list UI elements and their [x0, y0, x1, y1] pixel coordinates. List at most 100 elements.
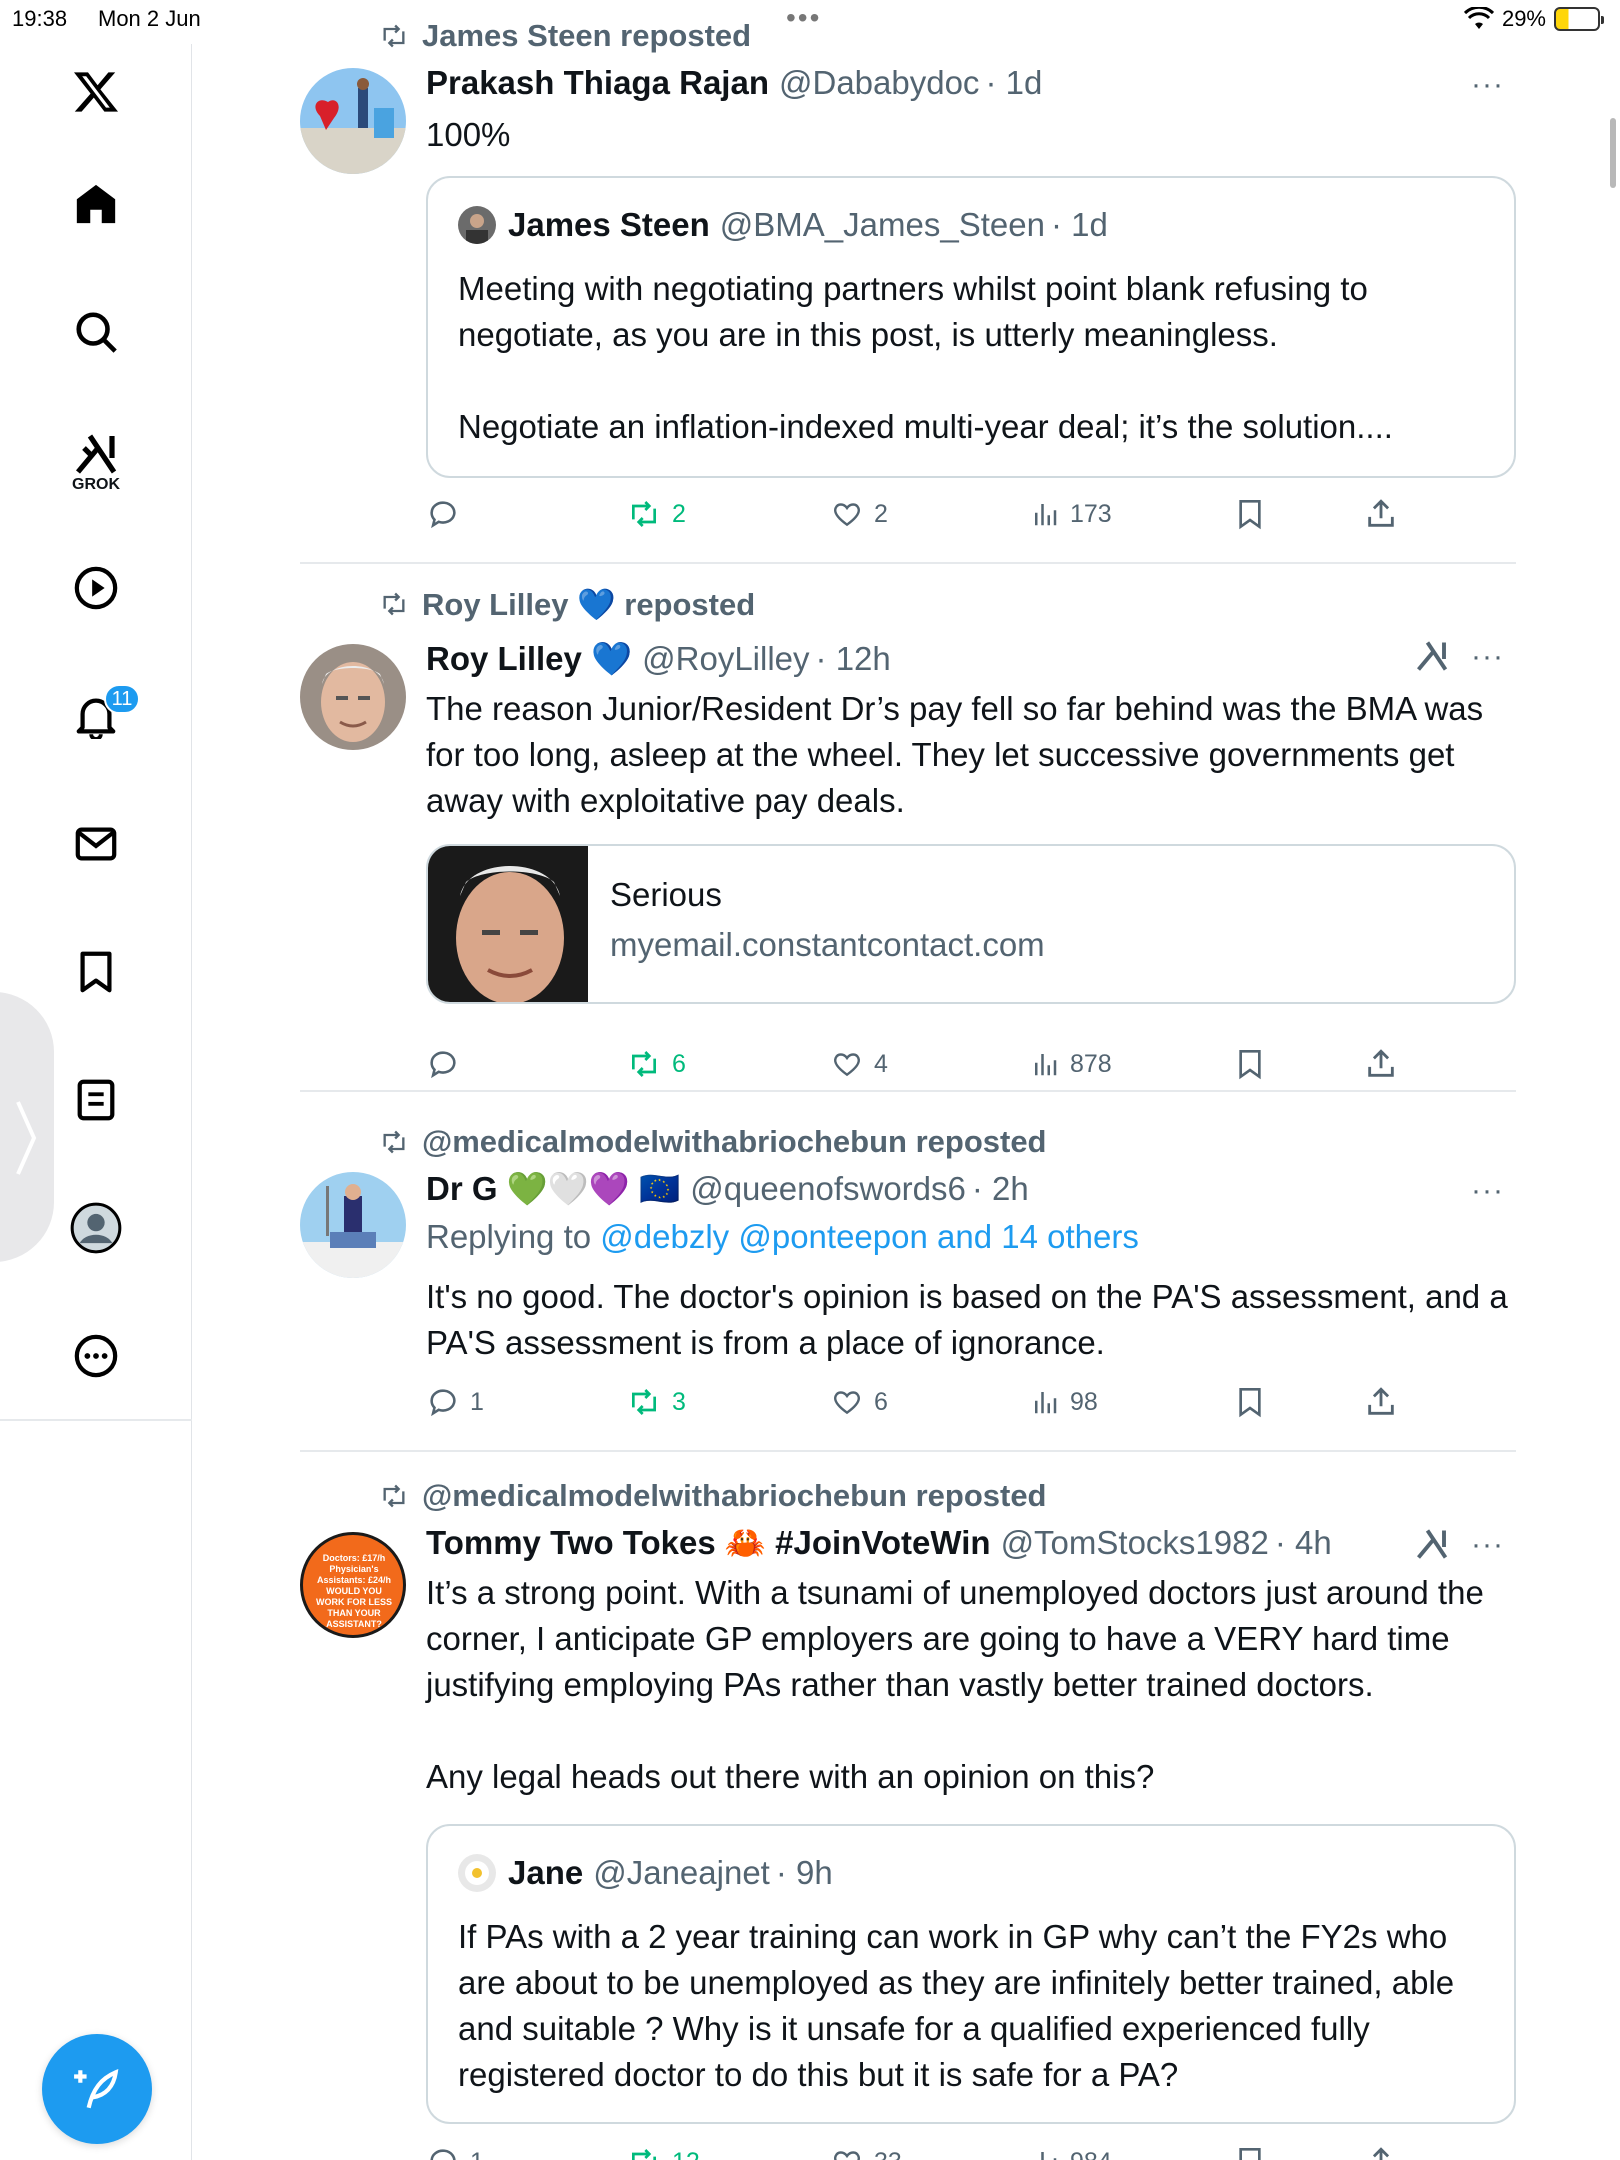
- repost-button[interactable]: 6: [626, 1042, 686, 1086]
- post-divider: [300, 562, 1516, 564]
- views-chart-icon: [1035, 1054, 1057, 1076]
- sidebar-expand-tab[interactable]: [0, 992, 54, 1262]
- repost-count: 3: [672, 1387, 686, 1416]
- views-button[interactable]: 984: [1030, 2140, 1112, 2160]
- more-options-icon[interactable]: [70, 1330, 122, 1382]
- quote-time: · 1d: [1050, 206, 1108, 243]
- quote-text: If PAs with a 2 year training can work i…: [458, 1918, 1455, 2093]
- post-actions: 1 12 33 984: [426, 2140, 1516, 2160]
- share-button[interactable]: [1364, 1042, 1398, 1086]
- author-name[interactable]: Roy Lilley 💙: [426, 640, 632, 679]
- author-handle[interactable]: @TomStocks1982: [1001, 1524, 1269, 1562]
- replying-to-users[interactable]: @debzly @ponteepon and 14 others: [600, 1218, 1139, 1255]
- battery-icon: [1554, 7, 1604, 31]
- status-bar: 19:38 Mon 2 Jun ••• 29%: [0, 0, 1620, 44]
- like-button[interactable]: 4: [830, 1042, 888, 1086]
- profile-avatar[interactable]: [70, 1202, 122, 1254]
- repost-button[interactable]: 3: [626, 1380, 686, 1424]
- bookmarks-icon[interactable]: [70, 946, 122, 998]
- avatar[interactable]: [300, 644, 406, 750]
- repost-button[interactable]: 2: [626, 492, 686, 536]
- bookmark-button[interactable]: [1234, 492, 1266, 536]
- like-button[interactable]: 33: [830, 2140, 902, 2160]
- repost-button[interactable]: 12: [626, 2140, 700, 2160]
- views-button[interactable]: 173: [1030, 492, 1112, 536]
- post-more-icon[interactable]: ···: [1471, 68, 1504, 102]
- reply-count: 1: [470, 2148, 484, 2160]
- avatar-text: Doctors: £17/h Physician's Assistants: £…: [316, 1553, 392, 1629]
- reposted-by-label: James Steen reposted: [422, 18, 752, 53]
- reply-button[interactable]: 1: [426, 1380, 484, 1424]
- share-icon: [1368, 1387, 1394, 1415]
- post-text: Any legal heads out there with an opinio…: [426, 1758, 1155, 1795]
- reply-button[interactable]: 1: [426, 2140, 484, 2160]
- quote-author-name: Jane: [508, 1854, 584, 1891]
- post-text: The reason Junior/Resident Dr’s pay fell…: [426, 690, 1484, 819]
- author-name[interactable]: Tommy Two Tokes 🦀 #JoinVoteWin: [426, 1524, 991, 1563]
- share-button[interactable]: [1364, 492, 1398, 536]
- bookmark-button[interactable]: [1234, 1380, 1266, 1424]
- multitask-dots-icon[interactable]: •••: [786, 2, 821, 34]
- home-icon[interactable]: [70, 178, 122, 230]
- grok-label: GROK: [72, 476, 120, 493]
- lists-icon[interactable]: [70, 1074, 122, 1126]
- view-count: 98: [1070, 1387, 1098, 1416]
- repost-icon: [383, 592, 405, 616]
- reply-icon: [430, 1389, 456, 1417]
- like-count: 6: [874, 1387, 888, 1416]
- status-date: Mon 2 Jun: [98, 6, 201, 31]
- quoted-post[interactable]: Jane @Janeajnet · 9h If PAs with a 2 yea…: [426, 1824, 1516, 2124]
- author-handle[interactable]: @Dababydoc: [779, 64, 979, 102]
- grok-explain-icon[interactable]: [1414, 1526, 1450, 1567]
- x-logo-icon[interactable]: [70, 66, 122, 118]
- grok-explain-icon[interactable]: [1414, 638, 1450, 679]
- bookmark-button[interactable]: [1234, 1042, 1266, 1086]
- share-button[interactable]: [1364, 2140, 1398, 2160]
- reply-count: 1: [470, 1387, 484, 1416]
- views-button[interactable]: 98: [1030, 1380, 1098, 1424]
- battery-percent: 29%: [1501, 6, 1546, 31]
- sidebar: GROK 11: [0, 44, 192, 2160]
- avatar[interactable]: [300, 68, 406, 174]
- bookmark-button[interactable]: [1234, 2140, 1266, 2160]
- author-handle[interactable]: @queenofswords6: [690, 1170, 966, 1208]
- author-handle[interactable]: @RoyLilley: [642, 640, 809, 678]
- quote-author-handle: @BMA_James_Steen: [719, 206, 1045, 243]
- repost-icon: [632, 2149, 656, 2160]
- heart-icon: [833, 2151, 861, 2160]
- views-button[interactable]: 878: [1030, 1042, 1112, 1086]
- compose-post-button[interactable]: [42, 2034, 152, 2144]
- sidebar-divider: [0, 1419, 192, 1421]
- like-count: 2: [874, 499, 888, 528]
- post-text: It’s a strong point. With a tsunami of u…: [426, 1574, 1484, 1703]
- views-chart-icon: [1035, 504, 1057, 526]
- like-button[interactable]: 2: [830, 492, 888, 536]
- reply-button[interactable]: [426, 1042, 470, 1086]
- video-play-icon[interactable]: [70, 562, 122, 614]
- search-icon[interactable]: [70, 306, 122, 358]
- scrollbar-thumb[interactable]: [1610, 118, 1616, 188]
- messages-envelope-icon[interactable]: [70, 818, 122, 870]
- avatar[interactable]: [300, 1172, 406, 1278]
- share-button[interactable]: [1364, 1380, 1398, 1424]
- quote-avatar: [458, 1854, 496, 1892]
- post-time: · 4h: [1274, 1524, 1332, 1561]
- author-name[interactable]: Prakash Thiaga Rajan: [426, 64, 769, 102]
- like-button[interactable]: 6: [830, 1380, 888, 1424]
- grok-icon[interactable]: [70, 428, 122, 480]
- repost-count: 6: [672, 1049, 686, 1078]
- post-header: Tommy Two Tokes 🦀 #JoinVoteWin @TomStock…: [426, 1522, 1332, 1564]
- quoted-post[interactable]: James Steen @BMA_James_Steen · 1d Meetin…: [426, 176, 1516, 478]
- post-more-icon[interactable]: ···: [1471, 640, 1504, 674]
- post-text: It's no good. The doctor's opinion is ba…: [426, 1278, 1508, 1361]
- avatar[interactable]: Doctors: £17/h Physician's Assistants: £…: [300, 1532, 406, 1638]
- author-name[interactable]: Dr G 💚🤍💜 🇪🇺: [426, 1170, 680, 1209]
- post-header: Prakash Thiaga Rajan @Dababydoc · 1d: [426, 62, 1042, 104]
- link-card[interactable]: Serious myemail.constantcontact.com: [426, 844, 1516, 1004]
- post-more-icon[interactable]: ···: [1471, 1528, 1504, 1562]
- reply-icon: [430, 2149, 456, 2160]
- post-more-icon[interactable]: ···: [1471, 1174, 1504, 1208]
- reply-button[interactable]: [426, 492, 470, 536]
- repost-indicator: James Steen reposted: [378, 18, 751, 54]
- view-count: 173: [1070, 499, 1112, 528]
